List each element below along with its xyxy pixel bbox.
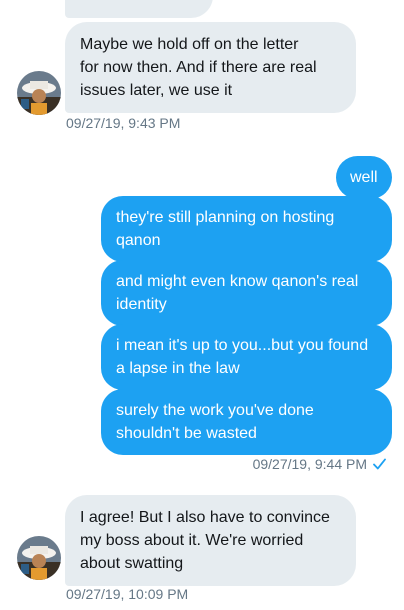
- message-bubble-outgoing[interactable]: they're still planning on hosting qanon: [101, 196, 392, 262]
- message-timestamp: 09/27/19, 9:44 PM: [252, 456, 367, 472]
- message-bubble-incoming[interactable]: Maybe we hold off on the letter for now …: [65, 22, 356, 113]
- sent-status: 09/27/19, 9:44 PM: [253, 455, 386, 473]
- message-bubble-outgoing[interactable]: well: [336, 156, 392, 199]
- message-bubble-outgoing[interactable]: and might even know qanon's real identit…: [101, 260, 392, 326]
- check-icon: [373, 458, 386, 470]
- message-bubble-outgoing[interactable]: surely the work you've done shouldn't be…: [101, 389, 392, 455]
- avatar[interactable]: [17, 71, 61, 115]
- previous-message-bubble: [65, 0, 213, 18]
- message-timestamp: 09/27/19, 9:43 PM: [66, 115, 181, 131]
- message-bubble-outgoing[interactable]: i mean it's up to you...but you found a …: [101, 324, 392, 390]
- message-timestamp: 09/27/19, 10:09 PM: [66, 586, 189, 602]
- avatar[interactable]: [17, 536, 61, 580]
- message-bubble-incoming[interactable]: I agree! But I also have to convince my …: [65, 495, 356, 586]
